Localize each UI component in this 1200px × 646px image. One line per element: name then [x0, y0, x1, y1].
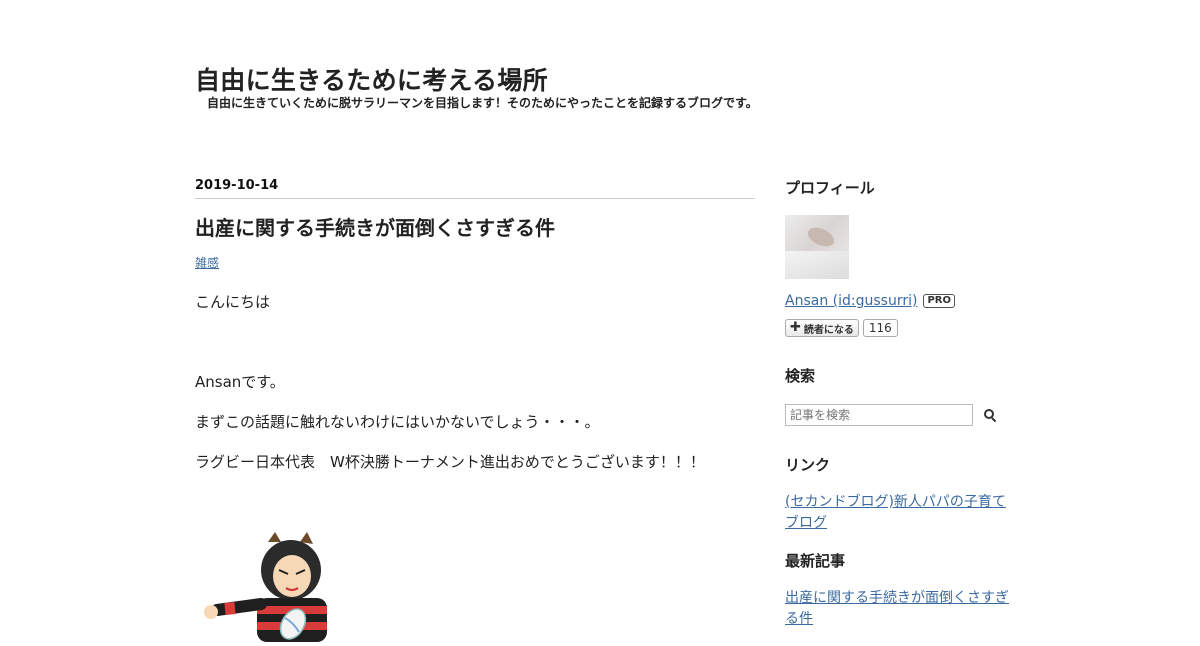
search-input[interactable] [785, 404, 973, 426]
entry-body: こんにちは Ansanです。 まずこの話題に触れないわけにはいかないでしょう・・… [195, 292, 755, 642]
avatar[interactable] [785, 215, 849, 279]
entry-paragraph: こんにちは [195, 293, 271, 311]
recent-entry-link[interactable]: 出産に関する手続きが面倒くさすぎる件 [785, 588, 1015, 630]
plus-icon: ✚ [790, 320, 801, 335]
blog-description: 自由に生きていくために脱サラリーマンを目指します！そのためにやったことを記録する… [207, 96, 758, 110]
entry-date[interactable]: 2019-10-14 [195, 178, 755, 199]
entry-paragraph: Ansanです。 [195, 373, 285, 391]
rugby-player-illustration [195, 532, 345, 642]
search-icon[interactable] [979, 404, 1001, 426]
blog-title[interactable]: 自由に生きるために考える場所 [195, 64, 548, 98]
entry-paragraph: ラグビー日本代表 W杯決勝トーナメント進出おめでとうございます！！！ [195, 453, 705, 471]
subscriber-count[interactable]: 116 [862, 319, 898, 337]
entry-category-link[interactable]: 雑感 [195, 255, 219, 271]
entry-paragraph: まずこの話題に触れないわけにはいかないでしょう・・・。 [195, 413, 600, 431]
recent-entries-title: 最新記事 [785, 552, 846, 570]
entry-title[interactable]: 出産に関する手続きが面倒くさすぎる件 [195, 215, 755, 241]
subscribe-label: 読者になる [803, 324, 854, 336]
sidebar-link[interactable]: (セカンドブログ)新人パパの子育てブログ [785, 492, 1015, 534]
entry: 2019-10-14 出産に関する手続きが面倒くさすぎる件 雑感 こんにちは A… [195, 178, 755, 642]
search-title: 検索 [785, 367, 816, 385]
links-title: リンク [785, 456, 831, 474]
pro-badge[interactable]: PRO [923, 294, 955, 308]
profile-title: プロフィール [785, 179, 875, 197]
subscribe-button[interactable]: ✚ 読者になる [785, 319, 859, 337]
sidebar: プロフィール Ansan (id:gussurri) PRO ✚ 読者になる 11… [785, 178, 1015, 630]
profile-name-link[interactable]: Ansan (id:gussurri) [785, 293, 917, 309]
